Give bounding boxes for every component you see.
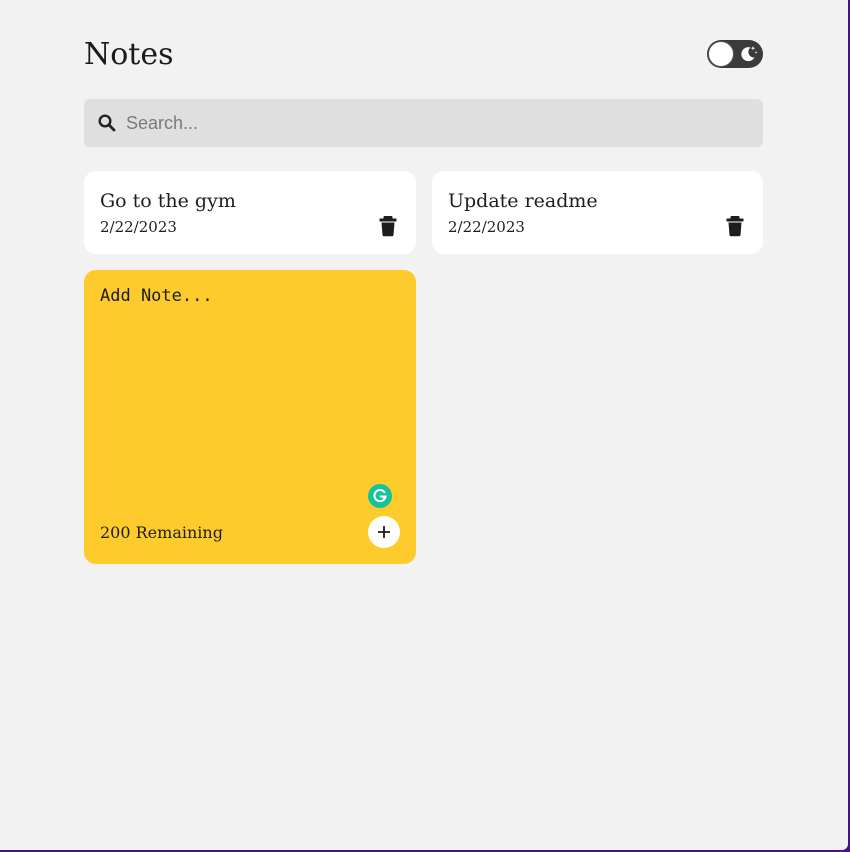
- note-text: Update readme: [448, 190, 598, 212]
- search-bar: [84, 99, 763, 147]
- note-card: Update readme 2/22/2023: [432, 171, 763, 254]
- trash-icon[interactable]: [378, 215, 398, 237]
- new-note-textarea[interactable]: [100, 286, 396, 486]
- header: Notes: [84, 34, 763, 78]
- characters-remaining: 200 Remaining: [100, 523, 223, 542]
- search-input[interactable]: [126, 99, 746, 147]
- grammarly-icon[interactable]: [368, 484, 392, 508]
- note-card: Go to the gym 2/22/2023: [84, 171, 416, 254]
- moon-icon: [741, 46, 758, 62]
- plus-icon: [378, 526, 390, 538]
- note-date: 2/22/2023: [448, 218, 525, 236]
- save-note-button[interactable]: [368, 516, 400, 548]
- theme-toggle[interactable]: [707, 40, 763, 68]
- note-date: 2/22/2023: [100, 218, 177, 236]
- new-note-card: 200 Remaining: [84, 270, 416, 564]
- search-icon: [98, 114, 116, 132]
- toggle-knob: [708, 41, 734, 67]
- app-window: Notes Go to the gym 2/22/2023 Update rea…: [0, 0, 848, 850]
- note-text: Go to the gym: [100, 190, 236, 212]
- trash-icon[interactable]: [725, 215, 745, 237]
- page-title: Notes: [84, 37, 174, 72]
